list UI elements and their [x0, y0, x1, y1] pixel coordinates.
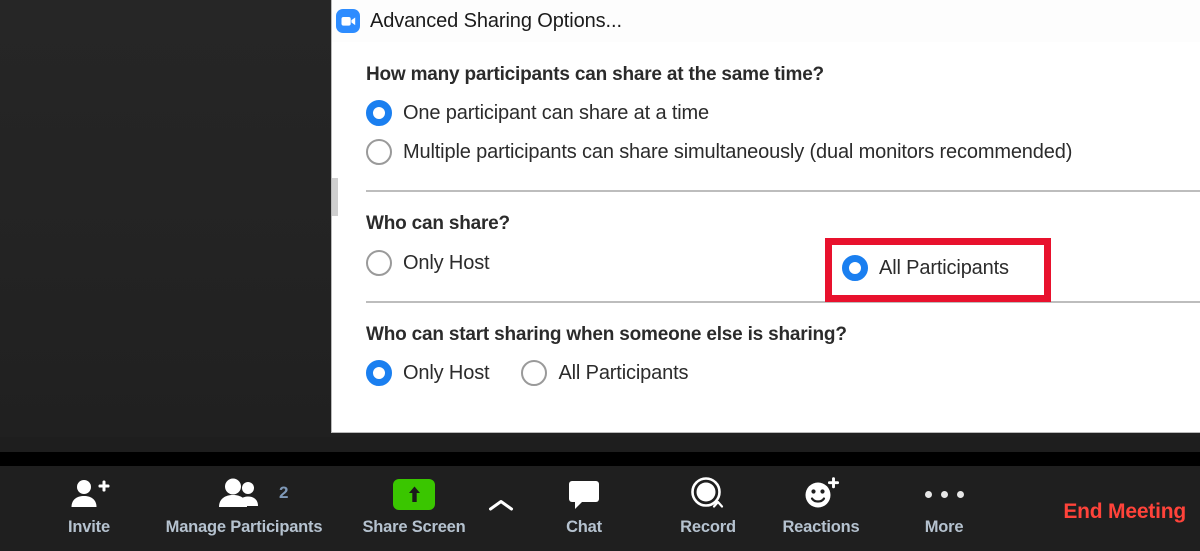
radio-start-sharing-all-participants-label: All Participants [558, 361, 689, 384]
section-2-heading: Who can share? [366, 213, 510, 234]
share-screen-up-arrow-icon [393, 474, 435, 514]
end-meeting-button[interactable]: End Meeting [1063, 500, 1186, 524]
who-can-share-options-row: Only Host [366, 250, 1200, 276]
video-stage-black-band [0, 452, 1200, 466]
advanced-sharing-options-dialog: Advanced Sharing Options... How many par… [331, 0, 1200, 433]
section-who-can-share: Who can share? Only Host [332, 192, 1200, 276]
toolbar-label-reactions: Reactions [782, 518, 860, 536]
radio-one-participant-label: One participant can share at a time [403, 101, 710, 124]
radio-start-sharing-only-host-label: Only Host [403, 361, 490, 384]
toolbar-button-invite[interactable]: Invite [50, 474, 128, 546]
person-add-icon [68, 474, 110, 514]
dialog-body: How many participants can share at the s… [332, 42, 1200, 386]
toolbar-button-share-screen[interactable]: Share Screen [355, 474, 473, 546]
people-icon [216, 474, 272, 514]
toolbar-label-invite: Invite [68, 518, 110, 536]
participants-count-badge: 2 [279, 483, 289, 502]
radio-who-can-share-only-host-label: Only Host [403, 251, 490, 274]
share-screen-options-chevron-up-icon[interactable] [484, 488, 518, 522]
radio-multiple-participants-label: Multiple participants can share simultan… [403, 140, 1073, 163]
who-can-start-sharing-options-row: Only Host All Participants [366, 360, 1200, 386]
section-how-many-participants: How many participants can share at the s… [332, 42, 1200, 165]
ellipsis-icon [924, 474, 964, 514]
toolbar-button-more[interactable]: More [903, 474, 985, 546]
toolbar-label-manage-participants: Manage Participants [165, 518, 323, 536]
radio-start-sharing-all-participants-indicator[interactable] [521, 360, 548, 386]
meeting-toolbar: Invite Manage Participants 2 Share Scree… [0, 466, 1200, 551]
video-stage-lower-strip [0, 437, 1200, 452]
radio-multiple-participants-indicator[interactable] [366, 139, 392, 165]
toolbar-button-manage-participants[interactable]: Manage Participants [156, 474, 332, 546]
radio-start-sharing-only-host-indicator[interactable] [366, 360, 392, 386]
section-who-can-start-sharing: Who can start sharing when someone else … [332, 303, 1200, 386]
section-1-heading: How many participants can share at the s… [366, 64, 824, 85]
section-3-heading: Who can start sharing when someone else … [366, 324, 847, 345]
record-circle-icon [687, 474, 729, 514]
chat-bubble-icon [564, 474, 604, 514]
radio-option-one-participant[interactable]: One participant can share at a time [366, 100, 1200, 126]
toolbar-button-record[interactable]: Record [662, 474, 754, 546]
radio-option-multiple-participants[interactable]: Multiple participants can share simultan… [366, 139, 1200, 165]
zoom-meeting-window: Advanced Sharing Options... How many par… [0, 0, 1200, 551]
zoom-video-logo-icon [336, 9, 360, 33]
toolbar-button-reactions[interactable]: Reactions [768, 474, 874, 546]
toolbar-label-record: Record [680, 518, 736, 536]
radio-who-can-share-all-participants-label: All Participants [879, 256, 1009, 279]
toolbar-button-chat[interactable]: Chat [548, 474, 620, 546]
radio-who-can-share-all-participants-indicator[interactable] [842, 255, 868, 281]
dialog-title: Advanced Sharing Options... [370, 9, 622, 32]
toolbar-label-share-screen: Share Screen [362, 518, 466, 536]
radio-option-who-can-share-all-participants[interactable]: All Participants [842, 255, 1009, 281]
toolbar-label-more: More [924, 518, 964, 536]
toolbar-label-chat: Chat [566, 518, 602, 536]
smiley-plus-icon [800, 474, 842, 514]
radio-who-can-share-only-host-indicator[interactable] [366, 250, 392, 276]
radio-one-participant-indicator[interactable] [366, 100, 392, 126]
dialog-titlebar: Advanced Sharing Options... [332, 0, 1200, 42]
